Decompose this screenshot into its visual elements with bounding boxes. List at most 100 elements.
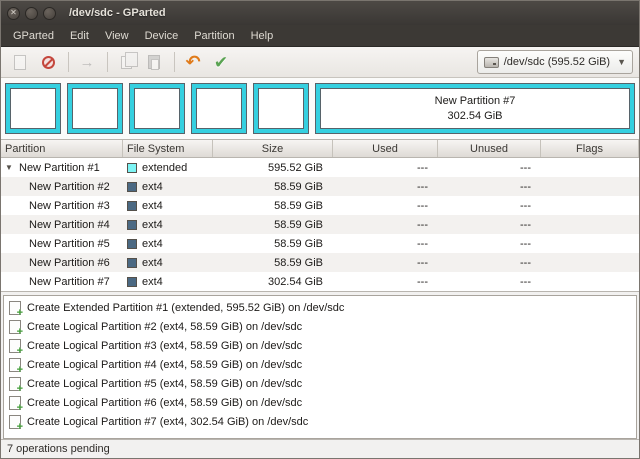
menu-gparted[interactable]: GParted xyxy=(5,27,62,45)
filesystem-color-swatch xyxy=(127,163,137,173)
filesystem-cell: ext4 xyxy=(123,215,213,234)
used-cell: --- xyxy=(333,234,438,253)
partition-box-7[interactable]: New Partition #7 302.54 GiB xyxy=(316,84,634,133)
delete-partition-button[interactable] xyxy=(35,50,61,74)
size-cell: 595.52 GiB xyxy=(213,158,333,177)
table-row[interactable]: New Partition #7 ext4 302.54 GiB --- --- xyxy=(1,272,639,291)
operation-item: Create Logical Partition #2 (ext4, 58.59… xyxy=(4,317,636,336)
unused-cell: --- xyxy=(438,158,541,177)
partition-cell: New Partition #4 xyxy=(1,215,123,234)
paste-button[interactable] xyxy=(141,50,167,74)
column-header-unused[interactable]: Unused xyxy=(438,140,541,157)
filesystem-color-swatch xyxy=(127,277,137,287)
toolbar-separator xyxy=(174,52,175,72)
partition-box-2[interactable] xyxy=(6,84,60,133)
table-row[interactable]: ▼New Partition #1 extended 595.52 GiB --… xyxy=(1,158,639,177)
column-header-partition[interactable]: Partition xyxy=(1,140,123,157)
create-operation-icon xyxy=(9,320,21,334)
operation-item: Create Logical Partition #7 (ext4, 302.5… xyxy=(4,412,636,431)
create-operation-icon xyxy=(9,396,21,410)
window-title: /dev/sdc - GParted xyxy=(69,7,166,19)
filesystem-label: ext4 xyxy=(142,276,163,288)
create-operation-icon xyxy=(9,301,21,315)
copy-icon xyxy=(121,56,132,69)
pending-operations-status: 7 operations pending xyxy=(7,443,110,455)
new-partition-button[interactable] xyxy=(7,50,33,74)
menu-partition[interactable]: Partition xyxy=(186,27,242,45)
used-cell: --- xyxy=(333,215,438,234)
unused-cell: --- xyxy=(438,196,541,215)
flags-cell xyxy=(541,272,639,291)
partition-box-3[interactable] xyxy=(68,84,122,133)
filesystem-label: ext4 xyxy=(142,181,163,193)
partition-cell: New Partition #6 xyxy=(1,253,123,272)
table-row[interactable]: New Partition #3 ext4 58.59 GiB --- --- xyxy=(1,196,639,215)
partition-name: New Partition #1 xyxy=(19,162,100,174)
size-cell: 302.54 GiB xyxy=(213,272,333,291)
table-header: Partition File System Size Used Unused F… xyxy=(1,140,639,158)
filesystem-label: ext4 xyxy=(142,238,163,250)
column-header-flags[interactable]: Flags xyxy=(541,140,639,157)
close-button[interactable]: ✕ xyxy=(7,7,20,20)
filesystem-cell: ext4 xyxy=(123,253,213,272)
operation-item: Create Extended Partition #1 (extended, … xyxy=(4,298,636,317)
menubar: GParted Edit View Device Partition Help xyxy=(1,25,639,47)
filesystem-cell: ext4 xyxy=(123,177,213,196)
create-operation-icon xyxy=(9,415,21,429)
partition-box-size: 302.54 GiB xyxy=(447,109,502,124)
table-row[interactable]: New Partition #2 ext4 58.59 GiB --- --- xyxy=(1,177,639,196)
create-operation-icon xyxy=(9,377,21,391)
menu-edit[interactable]: Edit xyxy=(62,27,97,45)
flags-cell xyxy=(541,253,639,272)
partition-name: New Partition #5 xyxy=(29,238,110,250)
menu-device[interactable]: Device xyxy=(137,27,187,45)
table-row[interactable]: New Partition #4 ext4 58.59 GiB --- --- xyxy=(1,215,639,234)
create-operation-icon xyxy=(9,358,21,372)
partition-box-5[interactable] xyxy=(192,84,246,133)
unused-cell: --- xyxy=(438,234,541,253)
column-header-used[interactable]: Used xyxy=(333,140,438,157)
filesystem-color-swatch xyxy=(127,182,137,192)
operation-item: Create Logical Partition #3 (ext4, 58.59… xyxy=(4,336,636,355)
column-header-filesystem[interactable]: File System xyxy=(123,140,213,157)
operation-text: Create Logical Partition #4 (ext4, 58.59… xyxy=(27,359,302,371)
device-selector[interactable]: /dev/sdc (595.52 GiB) ▼ xyxy=(477,50,633,74)
size-cell: 58.59 GiB xyxy=(213,234,333,253)
filesystem-label: ext4 xyxy=(142,257,163,269)
filesystem-cell: ext4 xyxy=(123,272,213,291)
menu-help[interactable]: Help xyxy=(243,27,282,45)
apply-button[interactable]: ✔ xyxy=(208,50,234,74)
flags-cell xyxy=(541,177,639,196)
operation-text: Create Extended Partition #1 (extended, … xyxy=(27,302,344,314)
operation-text: Create Logical Partition #3 (ext4, 58.59… xyxy=(27,340,302,352)
toolbar-separator xyxy=(107,52,108,72)
column-header-size[interactable]: Size xyxy=(213,140,333,157)
flags-cell xyxy=(541,196,639,215)
gparted-window: ✕ /dev/sdc - GParted GParted Edit View D… xyxy=(0,0,640,459)
operation-text: Create Logical Partition #7 (ext4, 302.5… xyxy=(27,416,308,428)
used-cell: --- xyxy=(333,272,438,291)
menu-view[interactable]: View xyxy=(97,27,137,45)
operation-item: Create Logical Partition #4 (ext4, 58.59… xyxy=(4,355,636,374)
partition-cell: New Partition #2 xyxy=(1,177,123,196)
used-cell: --- xyxy=(333,158,438,177)
partition-cell: ▼New Partition #1 xyxy=(1,158,123,177)
filesystem-cell: ext4 xyxy=(123,234,213,253)
expander-icon[interactable]: ▼ xyxy=(5,163,19,172)
filesystem-label: extended xyxy=(142,162,187,174)
operations-pane: Create Extended Partition #1 (extended, … xyxy=(3,295,637,439)
table-row[interactable]: New Partition #5 ext4 58.59 GiB --- --- xyxy=(1,234,639,253)
maximize-button[interactable] xyxy=(43,7,56,20)
toolbar: → ↶ ✔ /dev/sdc (595.52 GiB) ▼ xyxy=(1,47,639,78)
copy-button[interactable] xyxy=(113,50,139,74)
minimize-button[interactable] xyxy=(25,7,38,20)
undo-button[interactable]: ↶ xyxy=(180,50,206,74)
partition-box-4[interactable] xyxy=(130,84,184,133)
partition-cell: New Partition #5 xyxy=(1,234,123,253)
filesystem-label: ext4 xyxy=(142,200,163,212)
table-row[interactable]: New Partition #6 ext4 58.59 GiB --- --- xyxy=(1,253,639,272)
resize-move-button[interactable]: → xyxy=(74,50,100,74)
used-cell: --- xyxy=(333,253,438,272)
size-cell: 58.59 GiB xyxy=(213,253,333,272)
partition-box-6[interactable] xyxy=(254,84,308,133)
